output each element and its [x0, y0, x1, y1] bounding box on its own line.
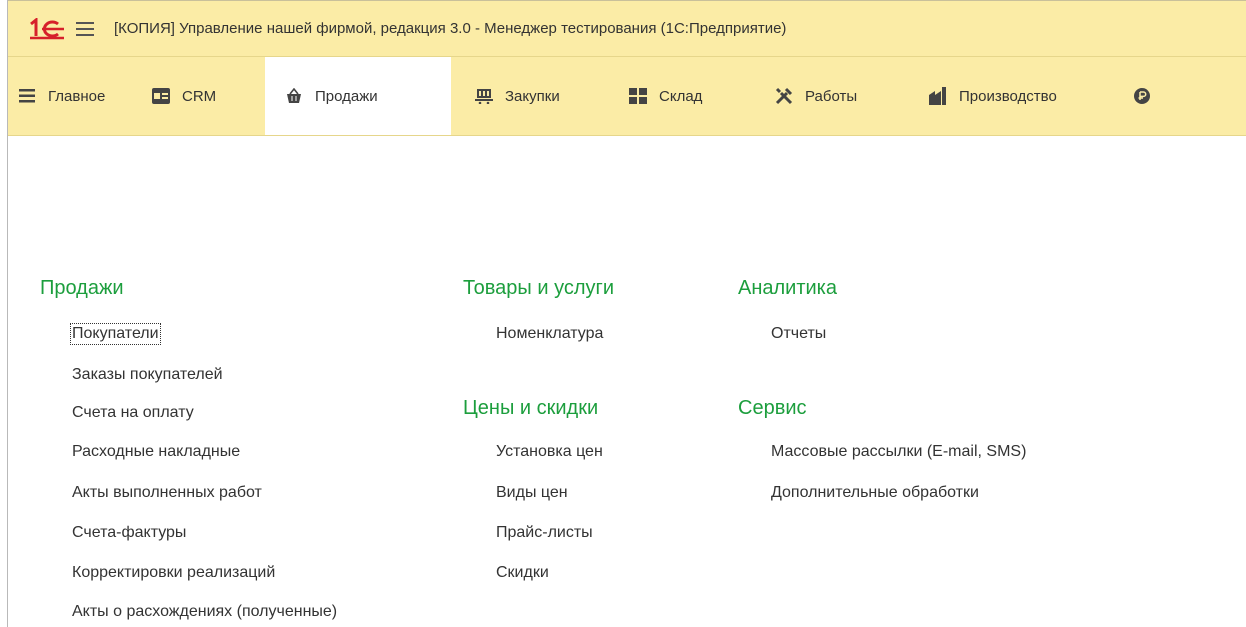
link-sales-invoices[interactable]: Расходные накладные	[72, 443, 240, 461]
basket-icon	[285, 87, 303, 105]
section-crm[interactable]: CRM	[142, 57, 265, 135]
link-set-prices[interactable]: Установка цен	[496, 443, 603, 461]
link-customers[interactable]: Покупатели	[70, 323, 161, 345]
coin-icon	[1133, 87, 1151, 105]
warehouse-icon	[629, 87, 647, 105]
1c-logo-icon[interactable]	[28, 16, 68, 42]
section-crm-label: CRM	[182, 87, 217, 105]
link-work-acts[interactable]: Акты выполненных работ	[72, 484, 262, 502]
group-title-service: Сервис	[738, 397, 807, 419]
section-sales[interactable]: Продажи	[265, 57, 451, 135]
factory-icon	[929, 87, 947, 105]
link-tax-invoices[interactable]: Счета-фактуры	[72, 524, 186, 542]
group-title-analytics: Аналитика	[738, 277, 837, 299]
link-discounts[interactable]: Скидки	[496, 564, 549, 582]
section-warehouse[interactable]: Склад	[607, 57, 753, 135]
section-production-label: Производство	[959, 87, 1057, 105]
link-price-lists[interactable]: Прайс-листы	[496, 524, 593, 542]
section-warehouse-label: Склад	[659, 87, 703, 105]
menu-lines-icon	[18, 87, 36, 105]
link-price-types[interactable]: Виды цен	[496, 484, 568, 502]
section-purchases[interactable]: Закупки	[451, 57, 607, 135]
link-invoices[interactable]: Счета на оплату	[72, 404, 194, 422]
main-menu-icon[interactable]	[76, 21, 94, 36]
section-main[interactable]: Главное	[8, 57, 142, 135]
group-title-prices: Цены и скидки	[463, 397, 599, 419]
section-works[interactable]: Работы	[753, 57, 907, 135]
link-additional-processing[interactable]: Дополнительные обработки	[771, 484, 979, 502]
tools-icon	[775, 87, 793, 105]
cart-icon	[475, 87, 493, 105]
section-production[interactable]: Производство	[907, 57, 1103, 135]
group-title-sales: Продажи	[40, 277, 124, 299]
title-bar: [КОПИЯ] Управление нашей фирмой, редакци…	[8, 1, 1246, 57]
section-sales-label: Продажи	[315, 87, 378, 105]
section-purchases-label: Закупки	[505, 87, 560, 105]
link-nomenclature[interactable]: Номенклатура	[496, 325, 603, 343]
window-title: [КОПИЯ] Управление нашей фирмой, редакци…	[114, 20, 787, 37]
link-customer-orders[interactable]: Заказы покупателей	[72, 366, 223, 384]
section-more[interactable]	[1103, 57, 1177, 135]
link-reports[interactable]: Отчеты	[771, 325, 826, 343]
group-title-goods: Товары и услуги	[463, 277, 614, 299]
link-discrepancy-acts[interactable]: Акты о расхождениях (полученные)	[72, 603, 337, 621]
section-works-label: Работы	[805, 87, 858, 105]
sections-panel: Главное CRM Продажи Закупки Склад Работы	[8, 57, 1246, 136]
section-main-label: Главное	[48, 87, 106, 105]
link-sales-adjustments[interactable]: Корректировки реализаций	[72, 564, 275, 582]
contact-card-icon	[152, 87, 170, 105]
link-mass-mailing[interactable]: Массовые рассылки (E-mail, SMS)	[771, 443, 1026, 461]
